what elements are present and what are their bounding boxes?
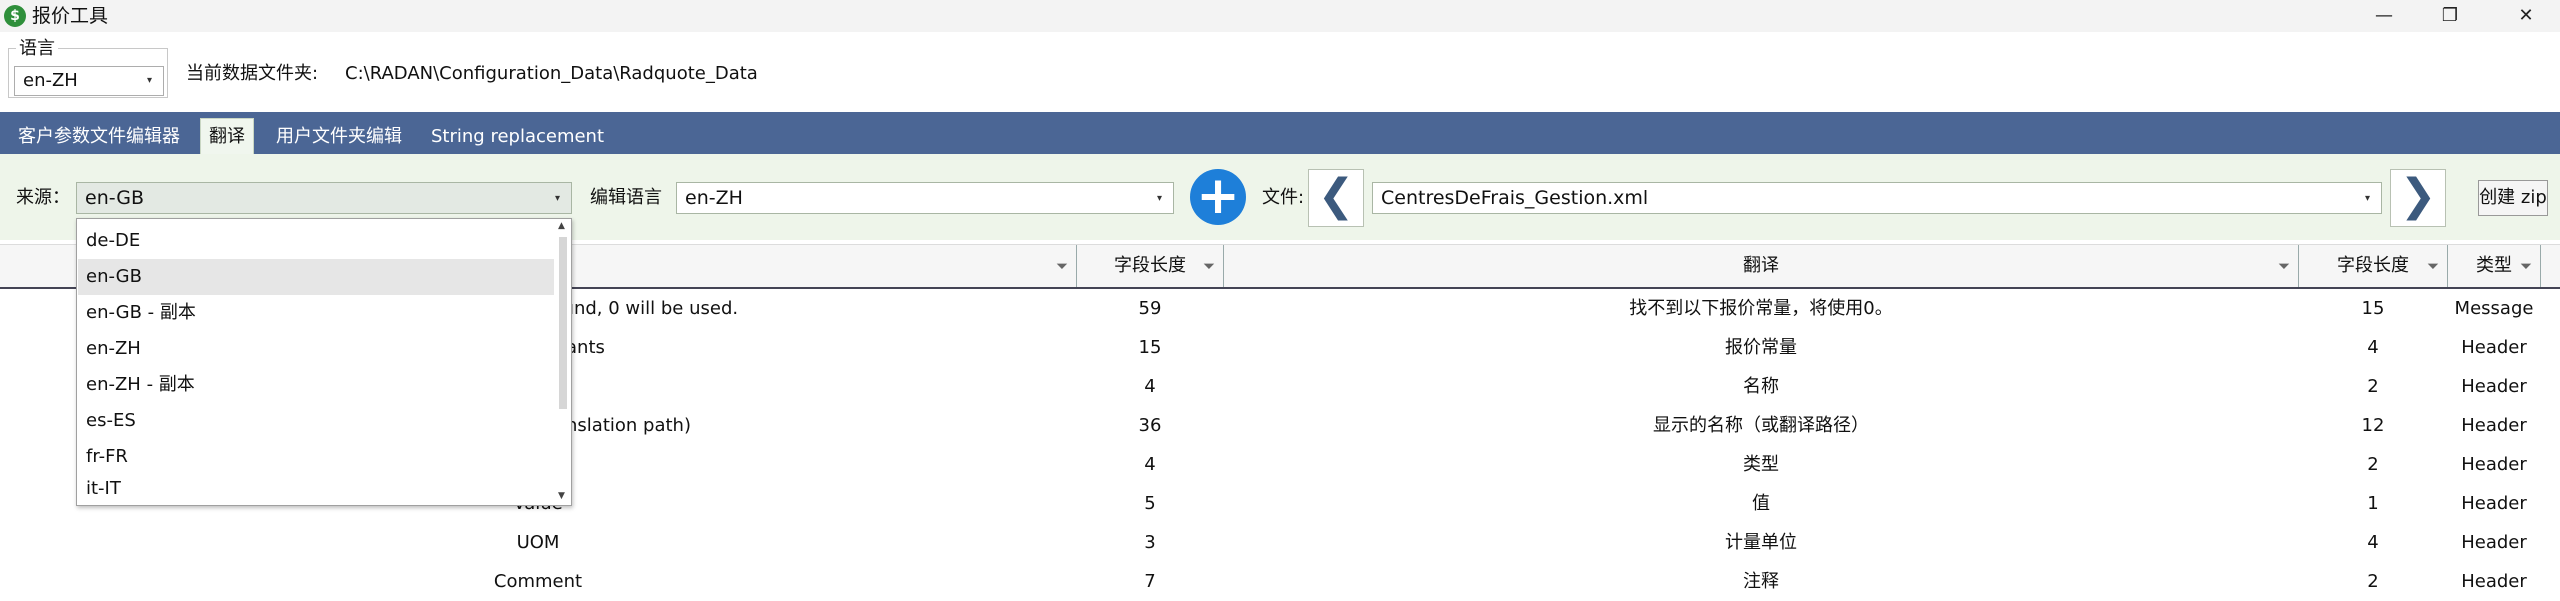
table-row[interactable]: Comment 7 注释 2 Header [0,562,2560,601]
cell-translation: 计量单位 [1725,532,1797,553]
cell-translation: 显示的名称（或翻译路径） [1653,415,1869,436]
window-title: 报价工具 [32,5,109,27]
cell-length: 7 [1144,571,1156,592]
cell-translation: 值 [1752,493,1770,514]
dropdown-item[interactable]: de-DE [78,223,554,259]
file-label: 文件: [1262,187,1305,208]
source-language-select[interactable]: en-GB ▾ [76,182,572,214]
cell-translation-length: 1 [2367,493,2379,514]
cell-type: Header [2461,532,2527,553]
cell-translation-length: 2 [2367,376,2379,397]
column-type[interactable]: 类型 ⏷ [2448,245,2541,287]
cell-translation: 报价常量 [1725,337,1797,358]
cell-translation-length: 12 [2361,415,2385,436]
create-zip-button[interactable]: 创建 zip [2478,180,2548,216]
column-type-label: 类型 [2476,255,2512,276]
column-translation-length-label: 字段长度 [2337,255,2409,276]
data-folder-label: 当前数据文件夹: [186,63,319,84]
cell-source: UOM [516,532,560,553]
data-folder-path: C:\RADAN\Configuration_Data\Radquote_Dat… [345,63,758,84]
cell-translation: 类型 [1743,454,1779,475]
cell-length: 5 [1144,493,1156,514]
cell-type: Header [2461,376,2527,397]
minimize-button[interactable]: — [2354,0,2414,32]
cell-translation: 找不到以下报价常量，将使用0。 [1629,298,1893,319]
filter-icon[interactable]: ⏷ [1203,257,1215,275]
cell-type: Header [2461,454,2527,475]
next-file-button[interactable]: ❯ [2390,169,2446,227]
cell-length: 59 [1138,298,1162,319]
filter-icon[interactable]: ⏷ [2278,257,2290,275]
filter-icon[interactable]: ⏷ [2520,257,2532,275]
edit-language-label: 编辑语言 [590,187,662,208]
chevron-down-icon: ▾ [2365,193,2371,204]
file-select[interactable]: CentresDeFrais_Gestion.xml ▾ [1372,182,2382,214]
source-label: 来源： [16,187,70,208]
source-language-dropdown: de-DE en-GB en-GB - 副本 en-ZH en-ZH - 副本 … [76,218,572,506]
cell-type: Header [2461,493,2527,514]
cell-length: 3 [1144,532,1156,553]
chevron-down-icon: ▾ [147,75,153,86]
dropdown-item[interactable]: en-ZH [78,331,554,367]
cell-translation-length: 4 [2367,532,2379,553]
cell-translation-length: 2 [2367,571,2379,592]
edit-language-select[interactable]: en-ZH ▾ [676,182,1174,214]
cell-source: nslation path) [566,415,691,436]
language-legend: 语言 [16,38,58,60]
dropdown-item[interactable]: en-GB - 副本 [78,295,554,331]
dropdown-item[interactable]: fr-FR [78,439,554,475]
cell-translation-length: 2 [2367,454,2379,475]
edit-language-value: en-ZH [685,187,743,209]
tab-translate[interactable]: 翻译 [200,118,254,155]
column-source-length[interactable]: 字段长度 ⏷ [1077,245,1224,287]
dropdown-item[interactable]: es-ES [78,403,554,439]
scroll-down-icon[interactable]: ▼ [558,491,565,501]
language-select[interactable]: en-ZH ▾ [14,66,164,96]
language-select-value: en-ZH [23,70,78,91]
cell-translation: 注释 [1743,571,1779,592]
app-icon: $ [4,5,26,27]
filter-icon[interactable]: ⏷ [1056,257,1068,275]
column-translation[interactable]: 翻译 ⏷ [1224,245,2299,287]
tab-string-replacement[interactable]: String replacement [423,120,612,154]
tab-customer-params[interactable]: 客户参数文件编辑器 [10,120,188,154]
cell-type: Header [2461,415,2527,436]
cell-type: Message [2454,298,2534,319]
previous-file-button[interactable]: ❮ [1308,169,1364,227]
cell-length: 15 [1138,337,1162,358]
cell-length: 36 [1138,415,1162,436]
cell-length: 4 [1144,376,1156,397]
cell-type: Header [2461,337,2527,358]
close-button[interactable]: ✕ [2496,0,2556,32]
chevron-down-icon: ▾ [1157,193,1163,204]
chevron-down-icon: ▾ [555,193,561,204]
dropdown-scrollbar-thumb[interactable] [559,237,567,409]
column-translation-length[interactable]: 字段长度 ⏷ [2299,245,2448,287]
cell-translation-length: 4 [2367,337,2379,358]
maximize-button[interactable]: ❐ [2420,0,2480,32]
cell-type: Header [2461,571,2527,592]
add-language-button[interactable]: + [1190,169,1246,225]
title-bar [0,0,2560,32]
column-translation-label: 翻译 [1743,255,1779,276]
cell-length: 4 [1144,454,1156,475]
dropdown-item-selected[interactable]: en-GB [78,259,554,295]
table-row[interactable]: UOM 3 计量单位 4 Header [0,523,2560,562]
cell-source: Comment [493,571,583,592]
tab-user-folder[interactable]: 用户文件夹编辑 [268,120,410,154]
column-source-length-label: 字段长度 [1114,255,1186,276]
filter-icon[interactable]: ⏷ [2427,257,2439,275]
source-language-value: en-GB [85,187,145,209]
cell-translation: 名称 [1743,376,1779,397]
dropdown-item[interactable]: en-ZH - 副本 [78,367,554,403]
scroll-up-icon[interactable]: ▲ [558,221,565,231]
file-select-value: CentresDeFrais_Gestion.xml [1381,187,1649,209]
cell-translation-length: 15 [2361,298,2385,319]
dropdown-item[interactable]: it-IT [78,475,554,503]
